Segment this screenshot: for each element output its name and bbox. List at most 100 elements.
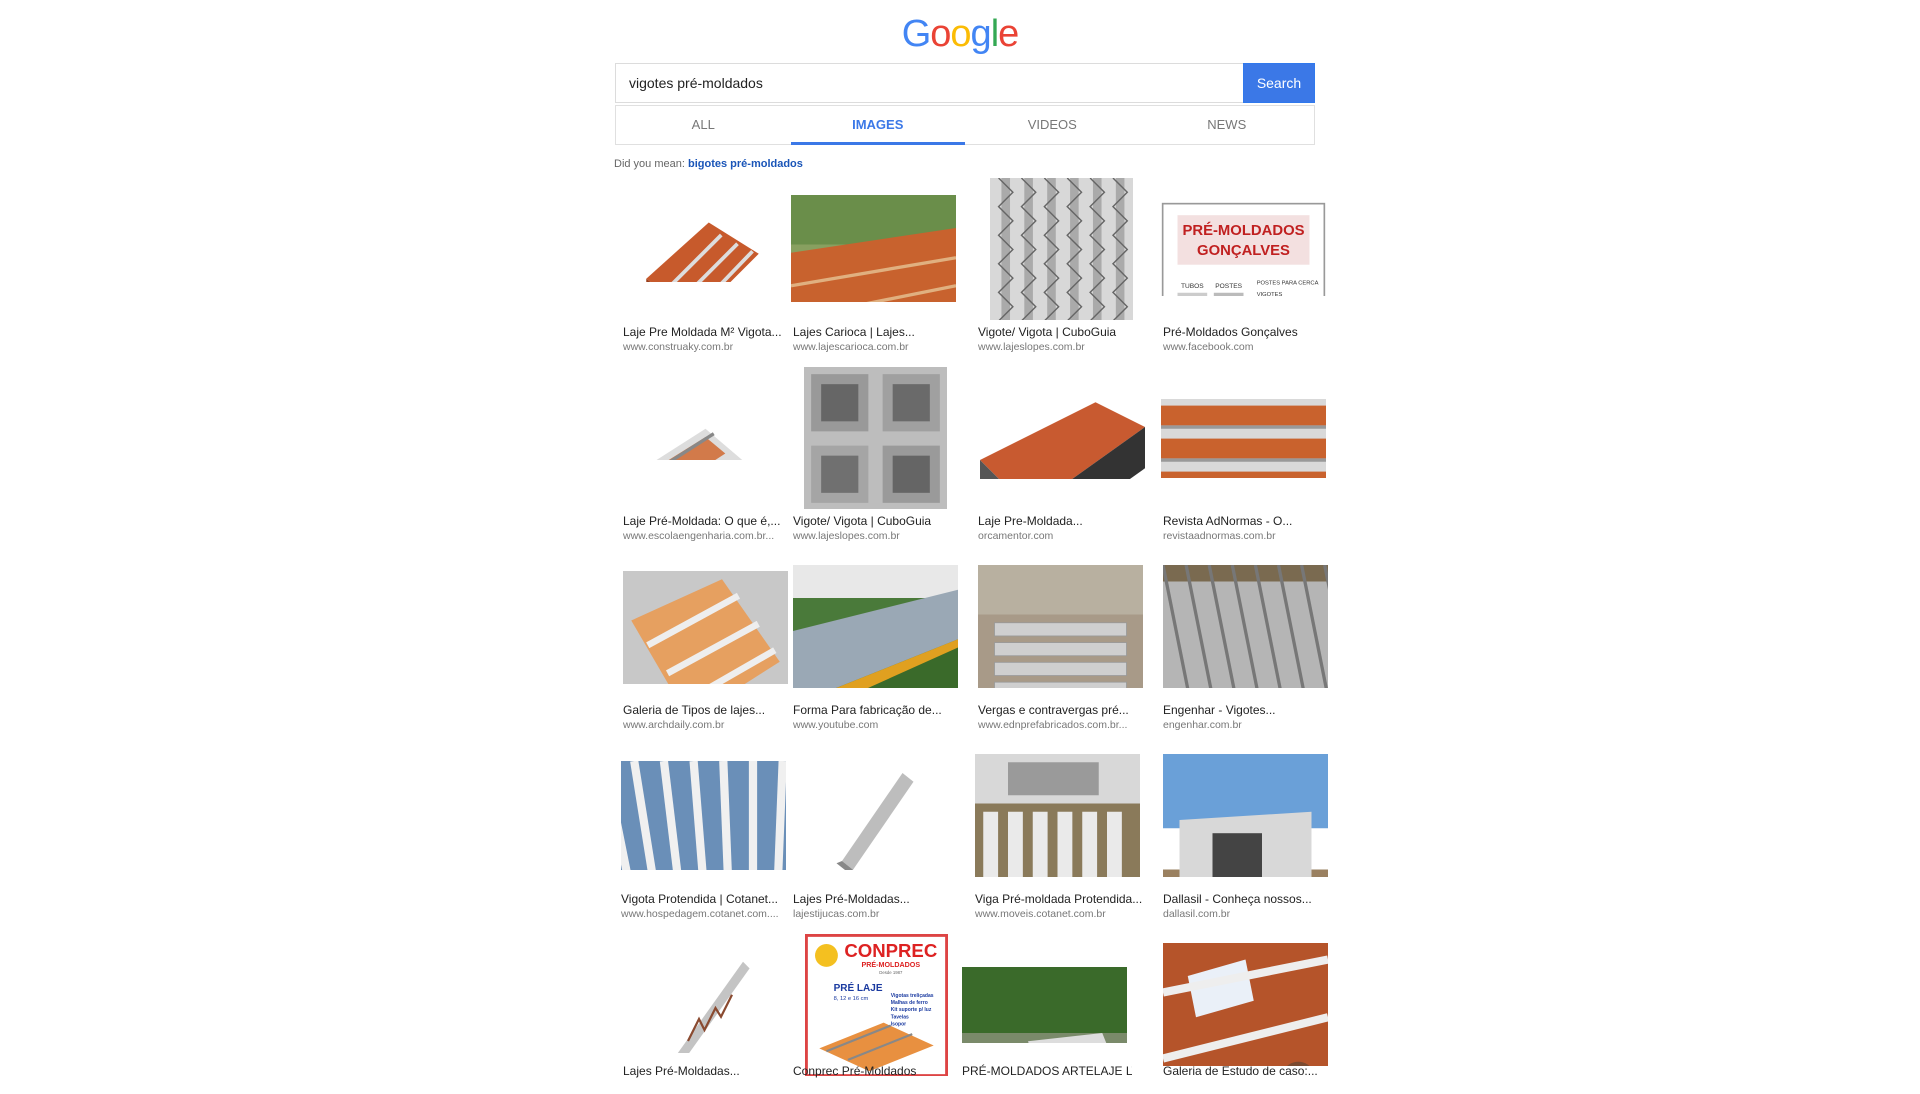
result-title[interactable]: Dallasil - Conheça nossos... [1163,892,1333,906]
result-url: www.lajeslopes.com.br [793,530,900,542]
tab-videos[interactable]: VIDEOS [965,106,1140,144]
result-thumbnail[interactable] [962,967,1127,1043]
result-title[interactable]: Forma Para fabricação de... [793,703,963,717]
result-title[interactable]: Conprec Pré-Moldados [793,1064,963,1078]
google-logo[interactable]: Google [0,14,1920,54]
result-url: www.facebook.com [1163,341,1254,353]
result-thumbnail[interactable] [1161,399,1326,478]
steel-truss-beams-photo [990,178,1133,320]
result-caption[interactable]: Forma Para fabricação de... www.youtube.c… [793,703,963,733]
result-url: www.construaky.com.br [623,341,734,353]
result-thumbnail[interactable] [621,761,786,870]
result-caption[interactable]: Laje Pre-Moldada... orcamentor.com [978,514,1148,544]
truss-joist-photo [655,953,765,1053]
company-banner-photo: PRÉ-MOLDADOS GONÇALVES TUBOS POSTES POST… [1161,202,1326,296]
red-tile-rows-photo [1161,399,1326,478]
tab-all[interactable]: ALL [616,106,791,144]
logo-letter: G [901,13,932,55]
result-thumbnail[interactable] [975,754,1140,877]
search-button[interactable]: Search [1243,63,1315,103]
result-url: www.escolaengenharia.com.br... [623,530,775,542]
result-title[interactable]: Viga Pré-moldada Protendida... [975,892,1145,906]
result-url: dallasil.com.br [1163,908,1231,920]
result-caption[interactable]: Revista AdNormas - O... revistaadnormas.c… [1163,514,1333,544]
result-caption[interactable]: Laje Pré-Moldada: O que é,... www.escolae… [623,514,793,544]
result-caption[interactable]: Vigota Protendida | Cotanet... www.hosped… [621,892,791,922]
logo-letter: e [998,13,1019,55]
svg-text:Vigotas treliçadas: Vigotas treliçadas [891,993,934,999]
result-caption[interactable]: Vigote/ Vigota | CuboGuia www.lajeslopes.… [793,514,963,544]
result-caption[interactable]: Pré-Moldados Gonçalves www.facebook.com [1163,325,1333,355]
result-title[interactable]: Pré-Moldados Gonçalves [1163,325,1333,339]
conprec-flyer: CONPREC PRÉ-MOLDADOS Desde 1987 PRÉ LAJE… [805,934,948,1076]
result-thumbnail[interactable] [990,178,1133,320]
result-title[interactable]: Vergas e contravergas pré... [978,703,1148,717]
result-caption[interactable]: Galeria de Tipos de lajes... www.archdail… [623,703,793,733]
search-bar: Search [615,63,1315,103]
result-title[interactable]: Lajes Pré-Moldadas... [793,892,963,906]
result-title[interactable]: Galeria de Estudo de caso:... [1163,1064,1333,1078]
result-url: www.lajeslopes.com.br [978,341,1085,353]
result-caption[interactable]: PRÉ-MOLDADOS ARTELAJE LTDA [962,1064,1132,1094]
steel-mold-photo [793,565,958,688]
result-thumbnail[interactable] [791,195,956,302]
result-title[interactable]: Laje Pre Moldada M² Vigota... [623,325,793,339]
result-thumbnail[interactable] [655,953,765,1053]
result-title[interactable]: Vigote/ Vigota | CuboGuia [793,514,963,528]
result-url: www.lajescarioca.com.br [793,341,909,353]
result-thumbnail[interactable] [978,565,1143,688]
result-thumbnail[interactable] [804,367,947,509]
result-thumbnail[interactable]: CONPREC PRÉ-MOLDADOS Desde 1987 PRÉ LAJE… [805,934,948,1076]
svg-text:TUBOS: TUBOS [1181,283,1204,290]
rows-of-joists-photo [1163,565,1328,688]
result-thumbnail[interactable] [623,571,788,684]
result-caption[interactable]: Engenhar - Vigotes... engenhar.com.br [1163,703,1333,733]
result-url: lajestijucas.com.br [793,908,880,920]
result-title[interactable]: PRÉ-MOLDADOS ARTELAJE LTDA [962,1064,1132,1078]
result-caption[interactable]: Galeria de Estudo de caso:... [1163,1064,1333,1094]
joists-on-site-photo [975,754,1140,877]
result-url: www.moveis.cotanet.com.br [975,908,1106,920]
tab-news[interactable]: NEWS [1140,106,1315,144]
result-thumbnail[interactable] [1163,565,1328,688]
result-caption[interactable]: Dallasil - Conheça nossos... dallasil.com… [1163,892,1333,922]
result-title[interactable]: Vigote/ Vigota | CuboGuia [978,325,1148,339]
result-thumbnail[interactable] [1163,754,1328,877]
result-thumbnail[interactable] [1163,943,1328,1066]
result-caption[interactable]: Viga Pré-moldada Protendida... www.moveis… [975,892,1145,922]
result-thumbnail[interactable] [640,210,765,282]
result-caption[interactable]: Vigote/ Vigota | CuboGuia www.lajeslopes.… [978,325,1148,355]
result-title[interactable]: Lajes Pré-Moldadas... [623,1064,793,1078]
result-caption[interactable]: Lajes Carioca | Lajes... www.lajescarioca… [793,325,963,355]
result-thumbnail[interactable] [623,404,788,460]
svg-text:8, 12 e 16 cm: 8, 12 e 16 cm [834,996,869,1002]
search-input[interactable] [615,63,1243,103]
result-caption[interactable]: Lajes Pré-Moldadas... lajestijucas.com.br [793,892,963,922]
logo-letter: l [990,13,1000,55]
result-title[interactable]: Vigota Protendida | Cotanet... [621,892,791,906]
svg-text:Tavelas: Tavelas [891,1014,909,1020]
result-caption[interactable]: Vergas e contravergas pré... www.ednprefa… [978,703,1148,733]
result-url: revistaadnormas.com.br [1163,530,1276,542]
result-caption[interactable]: Laje Pre Moldada M² Vigota... www.constru… [623,325,793,355]
result-thumbnail[interactable]: PRÉ-MOLDADOS GONÇALVES TUBOS POSTES POST… [1161,202,1326,296]
logo-letter: g [970,13,992,55]
svg-text:CONPREC: CONPREC [844,940,937,961]
result-title[interactable]: Galeria de Tipos de lajes... [623,703,793,717]
result-thumbnail[interactable] [980,394,1145,479]
result-title[interactable]: Revista AdNormas - O... [1163,514,1333,528]
result-title[interactable]: Laje Pre-Moldada... [978,514,1148,528]
eps-slab-illustration [623,571,788,684]
result-title[interactable]: Engenhar - Vigotes... [1163,703,1333,717]
tab-images[interactable]: IMAGES [790,106,966,145]
slab-construction-site-photo [791,195,956,302]
stacked-lintels-photo [978,565,1143,688]
result-caption[interactable]: Conprec Pré-Moldados [793,1064,963,1094]
result-title[interactable]: Laje Pré-Moldada: O que é,... [623,514,793,528]
did-you-mean-suggestion[interactable]: bigotes pré-moldados [688,158,803,170]
result-thumbnail[interactable] [793,565,958,688]
result-title[interactable]: Lajes Carioca | Lajes... [793,325,963,339]
result-caption[interactable]: Lajes Pré-Moldadas... [623,1064,793,1094]
result-thumbnail[interactable] [820,762,930,870]
svg-text:PRÉ-MOLDADOS: PRÉ-MOLDADOS [862,960,921,969]
